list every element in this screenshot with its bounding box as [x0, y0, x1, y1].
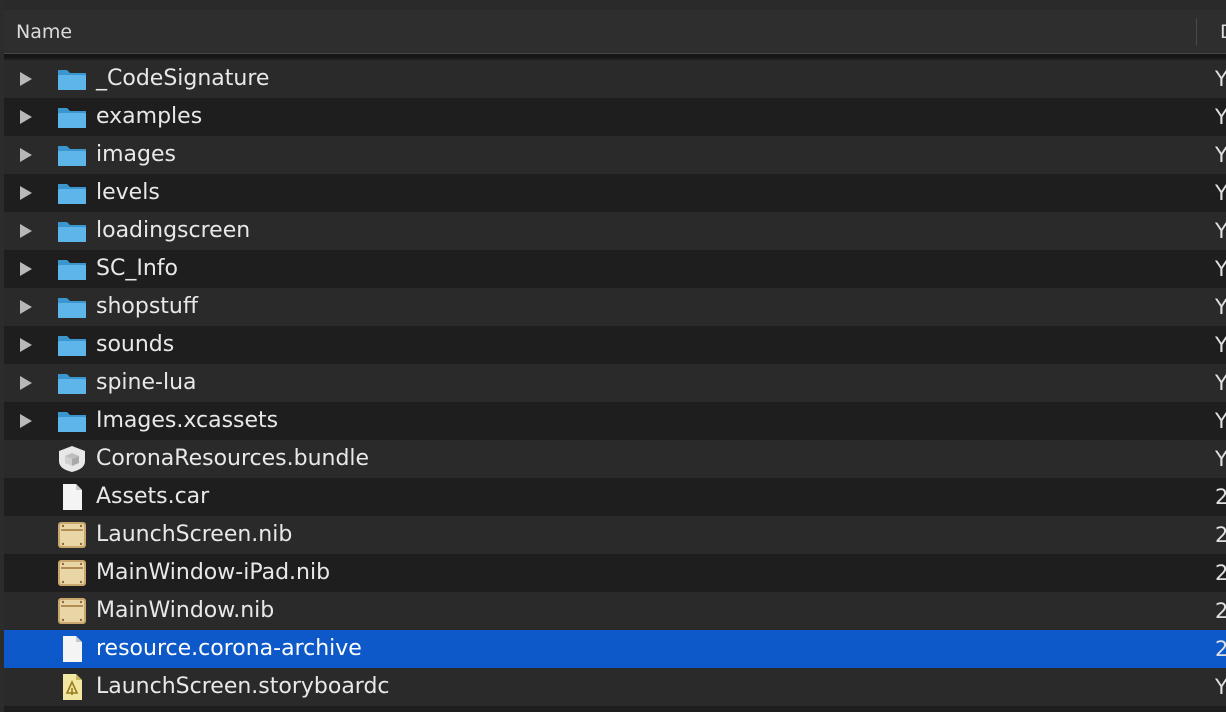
folder-icon	[56, 141, 88, 169]
disclosure-triangle-icon[interactable]	[20, 72, 32, 86]
disclosure-triangle-icon[interactable]	[20, 224, 32, 238]
folder-icon	[56, 217, 88, 245]
file-name: LaunchScreen.nib	[96, 522, 293, 547]
file-name: images	[96, 142, 176, 167]
nib-icon	[56, 597, 88, 625]
file-name: levels	[96, 180, 160, 205]
file-name: Images.xcassets	[96, 408, 279, 433]
disclosure-triangle-icon[interactable]	[20, 414, 32, 428]
date-column-value: 2	[1215, 485, 1226, 509]
date-column-value: Y	[1215, 219, 1226, 243]
list-item[interactable]: LaunchScreen.storyboardc Y	[4, 668, 1226, 706]
date-column-value: Y	[1215, 257, 1226, 281]
list-item[interactable]: examples Y	[4, 98, 1226, 136]
list-item[interactable]: LaunchScreen.nib 2	[4, 516, 1226, 554]
file-name: sounds	[96, 332, 175, 357]
folder-icon	[56, 293, 88, 321]
column-header-name[interactable]: Name	[16, 10, 72, 54]
list-item[interactable]: Images.xcassets Y	[4, 402, 1226, 440]
file-name: CoronaResources.bundle	[96, 446, 370, 471]
folder-icon	[56, 65, 88, 93]
disclosure-triangle-icon[interactable]	[20, 110, 32, 124]
folder-icon	[56, 369, 88, 397]
list-item[interactable]: SC_Info Y	[4, 250, 1226, 288]
disclosure-triangle-icon[interactable]	[20, 186, 32, 200]
file-name: shopstuff	[96, 294, 199, 319]
date-column-value: Y	[1215, 409, 1226, 433]
list-item[interactable]: spine-lua Y	[4, 364, 1226, 402]
document-icon	[56, 483, 88, 511]
window-top-edge	[0, 0, 1226, 10]
file-name: examples	[96, 104, 203, 129]
list-item[interactable]: loadingscreen Y	[4, 212, 1226, 250]
date-column-value: Y	[1215, 181, 1226, 205]
file-name: MainWindow.nib	[96, 598, 275, 623]
bundle-icon	[56, 445, 88, 473]
file-name: LaunchScreen.storyboardc	[96, 674, 390, 699]
file-name: SC_Info	[96, 256, 178, 281]
disclosure-triangle-icon[interactable]	[20, 376, 32, 390]
disclosure-triangle-icon[interactable]	[20, 148, 32, 162]
date-column-value: Y	[1215, 447, 1226, 471]
list-item[interactable]: MainWindow-iPad.nib 2	[4, 554, 1226, 592]
list-item[interactable]: levels Y	[4, 174, 1226, 212]
list-item[interactable]: MainWindow.nib 2	[4, 592, 1226, 630]
list-item-selected[interactable]: resource.corona-archive 2	[4, 630, 1226, 668]
header-shadow	[4, 54, 1226, 58]
file-name: _CodeSignature	[96, 66, 270, 91]
date-column-value: Y	[1215, 295, 1226, 319]
list-item[interactable]: _CodeSignature Y	[4, 60, 1226, 98]
file-name: resource.corona-archive	[96, 636, 362, 661]
list-item[interactable]: shopstuff Y	[4, 288, 1226, 326]
column-header-date[interactable]: D	[1220, 10, 1226, 54]
file-name: spine-lua	[96, 370, 197, 395]
date-column-value: Y	[1215, 143, 1226, 167]
column-divider[interactable]	[1196, 18, 1197, 46]
date-column-value: Y	[1215, 371, 1226, 395]
disclosure-triangle-icon[interactable]	[20, 338, 32, 352]
date-column-value: 2	[1215, 637, 1226, 661]
list-item[interactable]: Assets.car 2	[4, 478, 1226, 516]
disclosure-triangle-icon[interactable]	[20, 262, 32, 276]
nib-icon	[56, 559, 88, 587]
folder-icon	[56, 331, 88, 359]
file-list: _CodeSignature Yexamples Yimages Ylevels Ylo…	[4, 60, 1226, 706]
list-item[interactable]: sounds Y	[4, 326, 1226, 364]
date-column-value: 2	[1215, 599, 1226, 623]
folder-icon	[56, 179, 88, 207]
folder-icon	[56, 407, 88, 435]
file-name: Assets.car	[96, 484, 210, 509]
disclosure-triangle-icon[interactable]	[20, 300, 32, 314]
storyboard-icon	[56, 673, 88, 701]
document-icon	[56, 635, 88, 663]
folder-icon	[56, 255, 88, 283]
date-column-value: Y	[1215, 67, 1226, 91]
date-column-value: Y	[1215, 675, 1226, 699]
folder-icon	[56, 103, 88, 131]
date-column-value: 2	[1215, 523, 1226, 547]
date-column-value: Y	[1215, 105, 1226, 129]
date-column-value: Y	[1215, 333, 1226, 357]
file-name: MainWindow-iPad.nib	[96, 560, 331, 585]
finder-list-window: Name D _CodeSignature Yexamples Yimages Yle…	[0, 0, 1226, 712]
file-name: loadingscreen	[96, 218, 251, 243]
column-header: Name D	[4, 10, 1226, 54]
date-column-value: 2	[1215, 561, 1226, 585]
nib-icon	[56, 521, 88, 549]
list-item[interactable]: images Y	[4, 136, 1226, 174]
list-item[interactable]: CoronaResources.bundle Y	[4, 440, 1226, 478]
